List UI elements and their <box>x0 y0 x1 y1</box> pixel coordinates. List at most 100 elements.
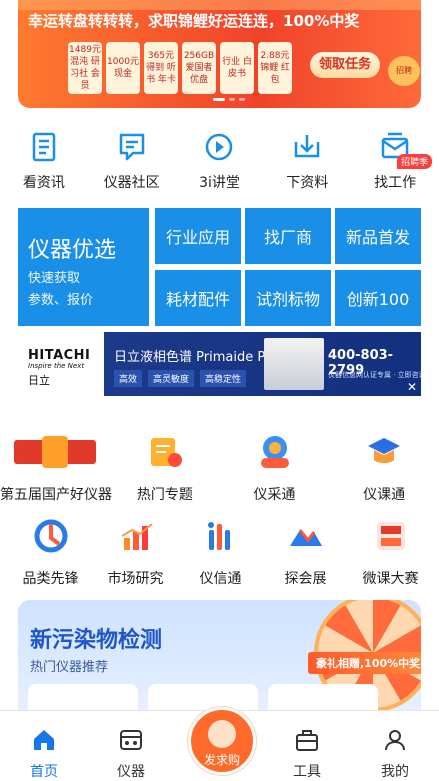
instrument-select-subtitle: 快速获取 参数、报价 <box>28 268 93 312</box>
feature-row-1: 第五届国产好仪器 热门专题 仪采通 仪课通 <box>0 432 439 504</box>
tile-find-manufacturer[interactable]: 找厂商 <box>245 208 331 264</box>
ad-tag: 高稳定性 <box>200 370 247 387</box>
tab-home[interactable]: 首页 <box>14 727 74 781</box>
feature-label: 仪课通 <box>363 487 406 503</box>
home-icon <box>34 730 54 750</box>
ad-close-icon[interactable]: ✕ <box>407 380 417 394</box>
prize-item: 365元 得到 听书 年卡 <box>144 42 178 94</box>
tile-reagents[interactable]: 试剂标物 <box>245 270 331 326</box>
procurement-icon <box>260 436 289 468</box>
tile-consumables[interactable]: 耗材配件 <box>155 270 241 326</box>
promo-title: 新污染物检测 <box>30 628 163 653</box>
signal-bars-icon <box>207 522 230 550</box>
community-chat-icon <box>119 133 144 161</box>
bottom-tabbar: 首页 仪器 发求购 工具 我的 <box>0 707 439 781</box>
tab-home-label: 首页 <box>30 764 58 780</box>
tile-new-products[interactable]: 新品首发 <box>335 208 421 264</box>
prize-item: 行业 白皮书 <box>220 42 254 94</box>
exhibition-icon <box>289 529 322 546</box>
micro-course-contest-icon <box>376 522 405 550</box>
feature-label: 微课大赛 <box>362 571 419 587</box>
prize-item: 256GB 爱国者 优盘 <box>182 42 216 94</box>
prize-item: 2.88元 锦鲤 红包 <box>258 42 292 94</box>
play-video-icon <box>206 133 233 161</box>
recruit-season-badge: 招聘季 <box>397 154 433 169</box>
tab-instrument-label: 仪器 <box>117 764 145 780</box>
nav-news-label: 看资讯 <box>22 175 65 191</box>
tab-instrument[interactable]: 仪器 <box>101 727 161 781</box>
ad-body: 日立液相色谱 Primaide PLUS 高效 高灵敏度 高稳定性 400-80… <box>104 332 421 396</box>
feature-domestic-instrument[interactable]: 第五届国产好仪器 <box>0 432 112 504</box>
prize-list: 1489元 混沌 研习社 会员 1000元 现金 365元 得到 听书 年卡 2… <box>68 42 292 94</box>
nav-news[interactable]: 看资讯 <box>4 130 84 192</box>
nav-lecture[interactable]: 3i讲堂 <box>179 130 259 192</box>
feature-info-service[interactable]: 仪信通 <box>178 516 263 588</box>
feature-label: 第五届国产好仪器 <box>0 487 112 503</box>
instrument-icon <box>120 730 142 750</box>
banner-slogan: 幸运转盘转转转，求职锦鲤好运连连，100%中奖 <box>28 12 360 30</box>
nav-download[interactable]: 下资料 <box>267 130 347 192</box>
tile-innovation-100[interactable]: 创新100 <box>335 270 421 326</box>
domestic-instrument-logo-icon <box>14 436 96 468</box>
feature-label: 仪信通 <box>199 571 242 587</box>
user-icon <box>385 730 405 751</box>
recruit-coin-icon: 招聘 <box>388 56 420 86</box>
nav-download-label: 下资料 <box>286 175 329 191</box>
feature-exhibition[interactable]: 探会展 <box>263 516 348 588</box>
toolbox-icon <box>296 730 318 751</box>
hitachi-brand: HITACHI <box>28 348 91 363</box>
feature-procurement[interactable]: 仪采通 <box>220 432 330 504</box>
pioneer-icon <box>34 519 67 553</box>
carousel-indicator <box>213 98 245 101</box>
ad-tags: 高效 高灵敏度 高稳定性 <box>114 370 247 387</box>
hot-topic-icon <box>150 438 182 467</box>
promo-banner[interactable]: 幸运转盘转转转，求职锦鲤好运连连，100%中奖 1489元 混沌 研习社 会员 … <box>18 0 421 108</box>
new-pollutant-promo[interactable]: 新污染物检测 热门仪器推荐 豪礼相赠,100%中奖 <box>18 600 421 720</box>
instrument-select-title: 仪器优选 <box>28 238 117 263</box>
instrument-select-sub2: 参数、报价 <box>28 293 94 308</box>
feature-label: 热门专题 <box>136 487 193 503</box>
prize-item: 1489元 混沌 研习社 会员 <box>68 42 102 94</box>
post-purchase-label: 发求购 <box>203 753 240 767</box>
hitachi-logo: HITACHI Inspire the Next 日立 <box>18 332 110 396</box>
feature-hot-topic[interactable]: 热门专题 <box>110 432 220 504</box>
banner-top-strip <box>18 0 421 10</box>
graduation-cap-icon <box>368 438 401 463</box>
feature-pioneer[interactable]: 品类先锋 <box>8 516 93 588</box>
feature-label: 探会展 <box>284 571 327 587</box>
tab-tools[interactable]: 工具 <box>277 727 337 781</box>
carousel-dot <box>229 98 235 101</box>
promo-subtitle: 热门仪器推荐 <box>30 660 109 675</box>
nav-community[interactable]: 仪器社区 <box>92 130 172 192</box>
tab-mine-label: 我的 <box>381 764 409 780</box>
carousel-dot <box>239 98 245 101</box>
feature-label: 仪采通 <box>253 487 296 503</box>
hitachi-tagline: Inspire the Next <box>28 362 85 370</box>
carousel-dot-active <box>213 98 225 101</box>
prize-item: 1000元 现金 <box>106 42 140 94</box>
instrument-grid: 仪器优选 快速获取 参数、报价 行业应用 找厂商 新品首发 耗材配件 试剂标物 … <box>18 208 421 326</box>
instrument-select-tile[interactable]: 仪器优选 快速获取 参数、报价 <box>18 208 149 326</box>
hitachi-ad-banner[interactable]: HITACHI Inspire the Next 日立 日立液相色谱 Prima… <box>18 332 421 396</box>
feature-micro-course[interactable]: 微课大赛 <box>348 516 433 588</box>
nav-jobs-label: 找工作 <box>374 175 417 191</box>
ad-tag: 高灵敏度 <box>148 370 195 387</box>
hplc-instrument-image <box>264 338 324 390</box>
nav-community-label: 仪器社区 <box>103 175 160 191</box>
news-doc-icon <box>32 132 56 162</box>
buyer-avatar-icon <box>208 720 236 748</box>
nav-jobs[interactable]: 招聘季 找工作 <box>355 130 435 192</box>
quick-nav: 看资讯 仪器社区 3i讲堂 下资料 招聘季 找工作 <box>0 130 439 192</box>
tile-industry-application[interactable]: 行业应用 <box>155 208 241 264</box>
claim-task-button[interactable]: 领取任务 <box>310 52 380 78</box>
feature-label: 市场研究 <box>107 571 164 587</box>
tab-tools-label: 工具 <box>293 764 321 780</box>
feature-market-research[interactable]: 市场研究 <box>93 516 178 588</box>
post-purchase-button[interactable]: 发求购 <box>188 707 256 775</box>
promo-cta[interactable]: 豪礼相赠,100%中奖 <box>308 652 421 674</box>
ad-note: 仪器信息网认证专属 · 立即咨询 <box>328 371 421 379</box>
feature-row-2: 品类先锋 市场研究 仪信通 探会展 微课大赛 <box>8 516 433 588</box>
instrument-select-sub1: 快速获取 <box>28 271 81 286</box>
tab-mine[interactable]: 我的 <box>365 727 425 781</box>
feature-course[interactable]: 仪课通 <box>329 432 439 504</box>
